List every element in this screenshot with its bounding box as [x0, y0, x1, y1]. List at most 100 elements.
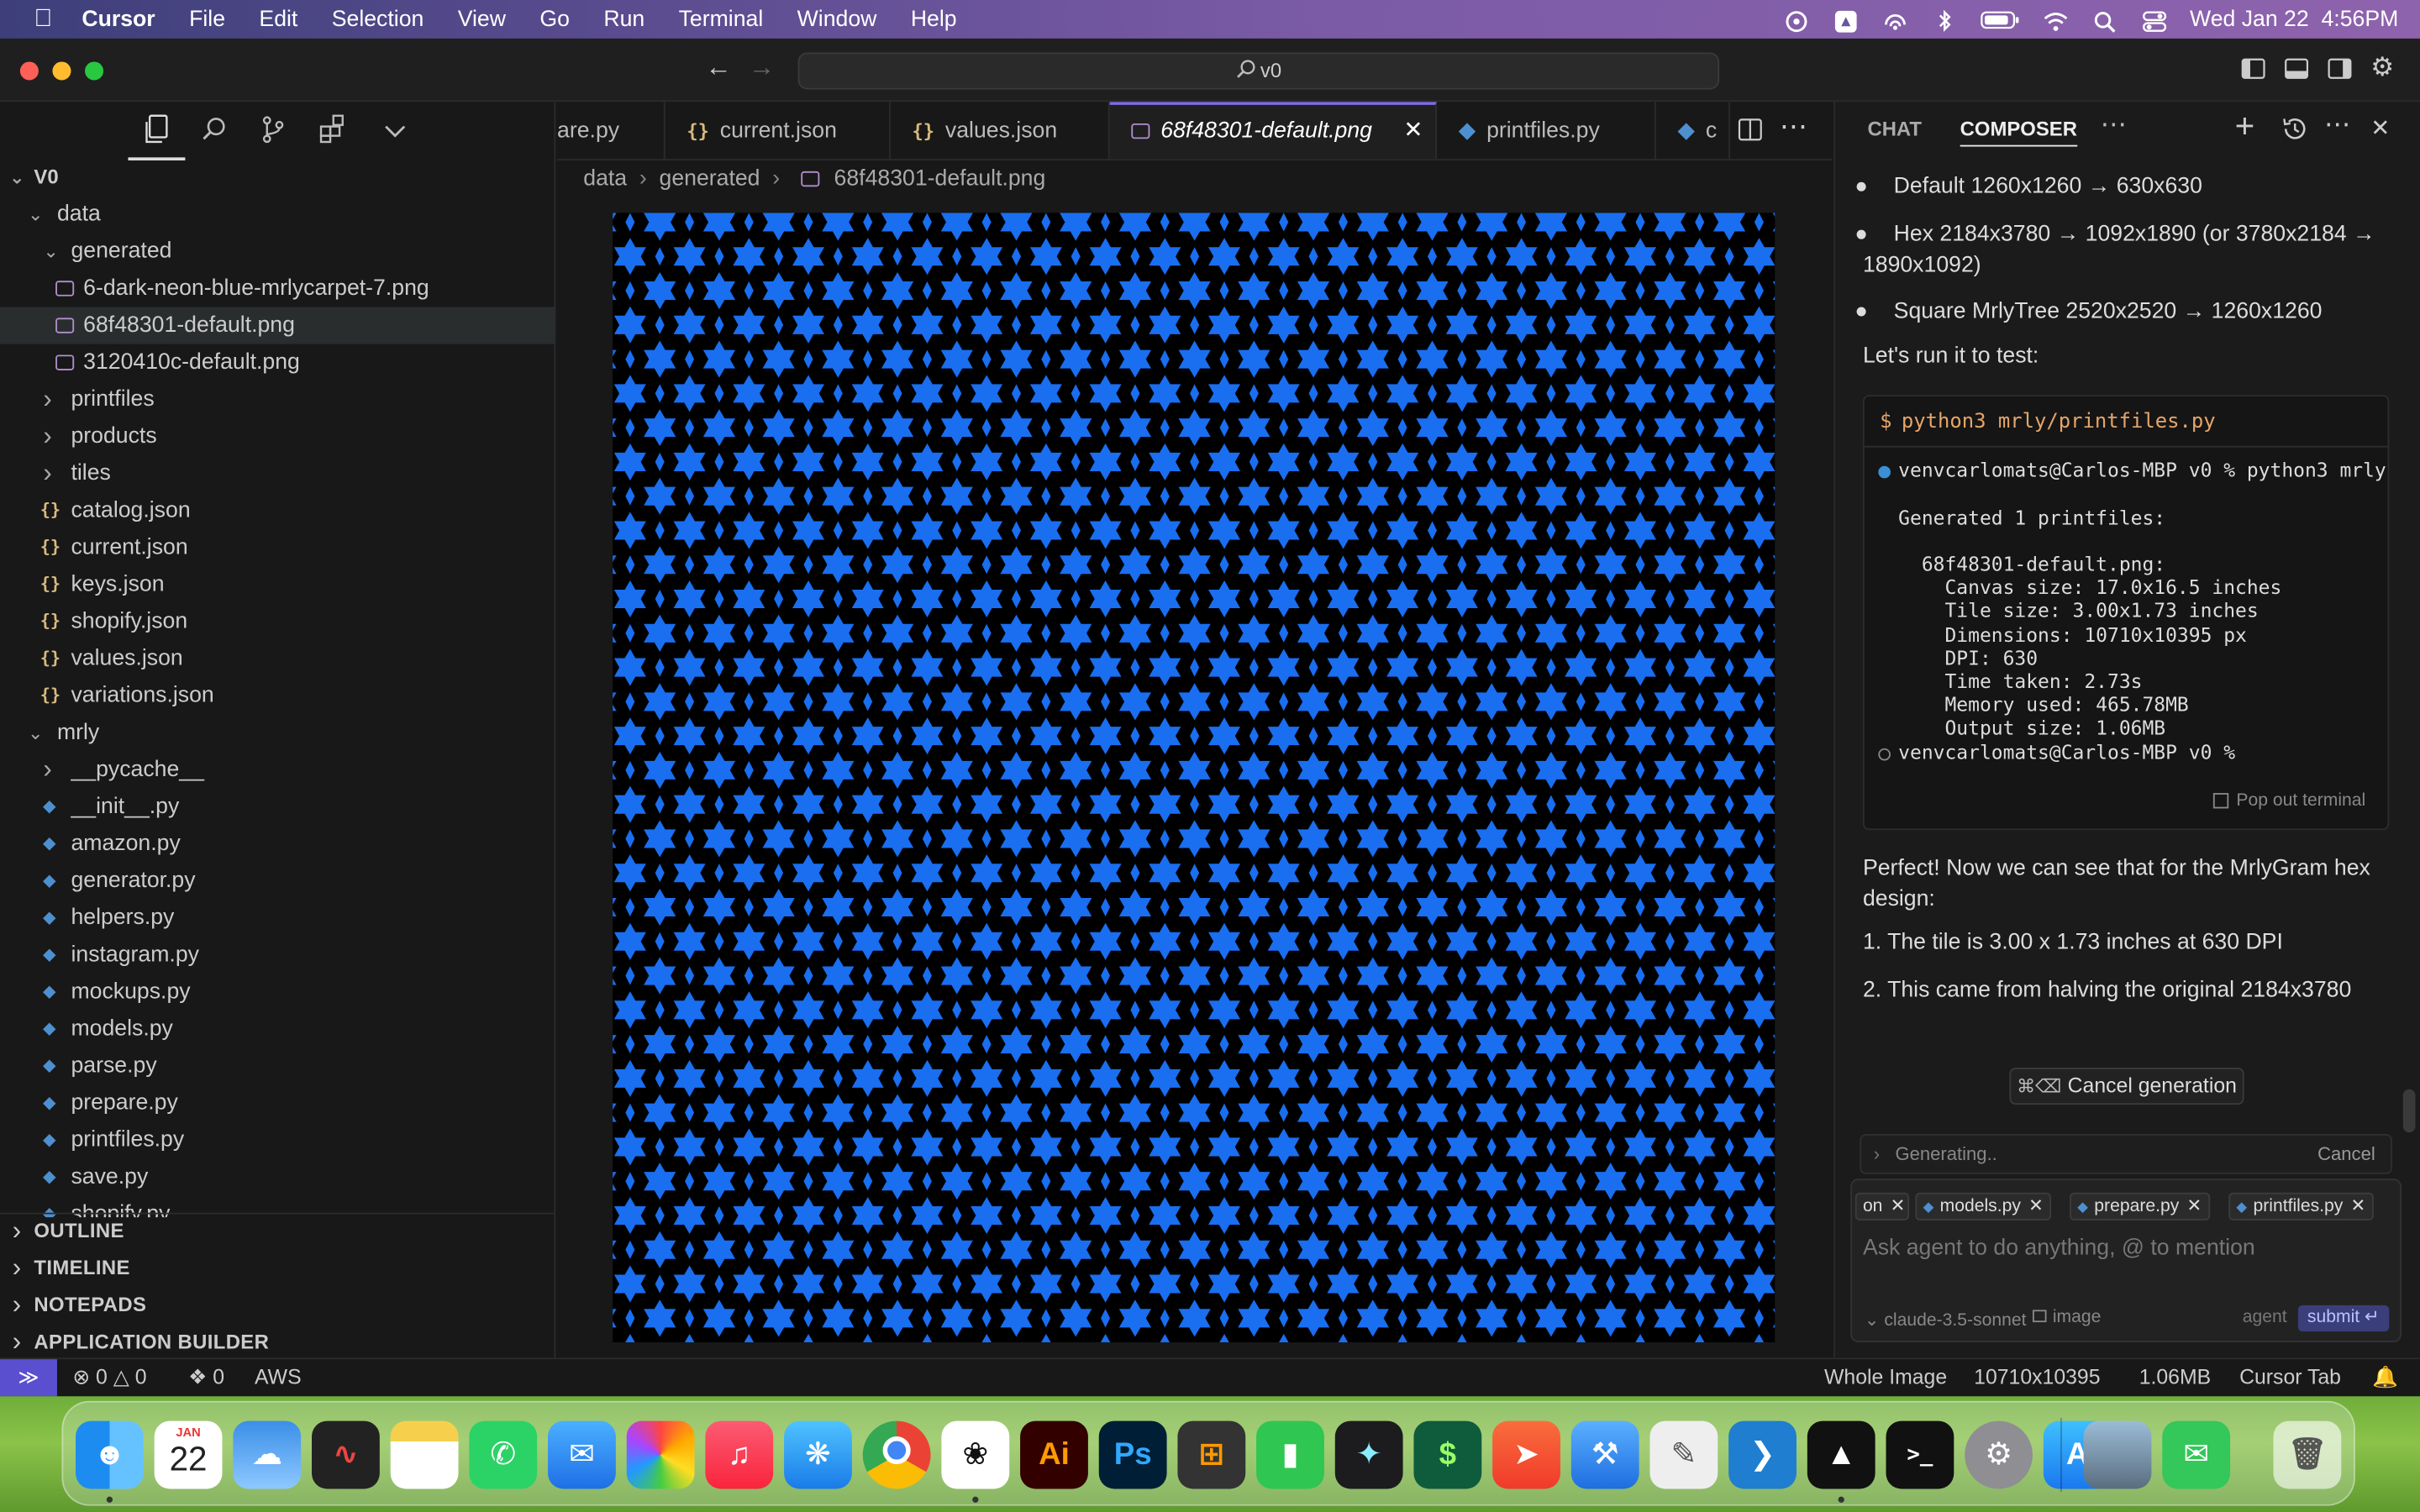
- numbers-icon[interactable]: ▮: [1256, 1420, 1324, 1489]
- tree-item-pycache[interactable]: › __pycache__: [0, 751, 555, 788]
- close-window-button[interactable]: [19, 61, 39, 81]
- toggle-panel-icon[interactable]: [2284, 57, 2309, 88]
- tab-prepare-py[interactable]: are.py: [557, 102, 666, 160]
- voice-memos-icon[interactable]: ∿: [312, 1420, 380, 1489]
- generating-cancel-button[interactable]: Cancel: [2317, 1136, 2375, 1173]
- bluetooth-icon[interactable]: [1930, 8, 1958, 32]
- menu-file[interactable]: File: [172, 7, 242, 31]
- remove-chip-icon[interactable]: ✕: [1891, 1197, 1906, 1215]
- tree-item-instagram-py[interactable]: ◆ instagram.py: [0, 937, 555, 974]
- split-editor-icon[interactable]: [1738, 118, 1762, 150]
- panel-options-icon[interactable]: ⋯: [2324, 109, 2350, 140]
- more-actions-icon[interactable]: ⋯: [1780, 111, 1807, 144]
- tab-printfiles-py[interactable]: ◆ printfiles.py: [1437, 102, 1656, 160]
- panel-more-icon[interactable]: ⋯: [2101, 109, 2127, 140]
- calendar-icon[interactable]: JAN 22: [154, 1420, 223, 1489]
- zoom-window-button[interactable]: [85, 61, 104, 81]
- problems-indicator[interactable]: ⊗ 0 △ 0: [72, 1359, 146, 1396]
- cursor-tab-status[interactable]: Cursor Tab: [2239, 1359, 2341, 1396]
- section-outline[interactable]: › OUTLINE: [0, 1213, 555, 1250]
- tree-item-3120410c-default-png[interactable]: 3120410c-default.png: [0, 344, 555, 381]
- context-chip-prepare-py[interactable]: ◆ prepare.py ✕: [2070, 1192, 2210, 1221]
- system-settings-icon[interactable]: ⚙: [1965, 1420, 2033, 1489]
- forward-arrow-icon[interactable]: →: [749, 52, 775, 83]
- tree-item-parse-py[interactable]: ◆ parse.py: [0, 1047, 555, 1084]
- breadcrumb-generated[interactable]: generated: [660, 166, 760, 191]
- terminal-block[interactable]: $ python3 mrly/printfiles.py venvcarloma…: [1862, 395, 2390, 831]
- remote-indicator-icon[interactable]: ≫: [0, 1359, 57, 1397]
- close-tab-icon[interactable]: ✕: [1403, 105, 1423, 157]
- tree-item-amazon-py[interactable]: ◆ amazon.py: [0, 826, 555, 863]
- chat-scrollbar[interactable]: [2402, 1089, 2416, 1133]
- xcode-icon[interactable]: ⚒: [1570, 1420, 1639, 1489]
- tree-item-shopify-json[interactable]: {} shopify.json: [0, 603, 555, 640]
- pop-out-terminal-button[interactable]: Pop out terminal: [2212, 791, 2365, 810]
- remove-chip-icon[interactable]: ✕: [2028, 1197, 2044, 1215]
- command-search-box[interactable]: v0: [797, 52, 1720, 90]
- tree-item-current-json[interactable]: {} current.json: [0, 529, 555, 566]
- section-notepads[interactable]: › NOTEPADS: [0, 1287, 555, 1324]
- ports-indicator[interactable]: ❖ 0: [188, 1359, 224, 1396]
- image-preview[interactable]: [524, 169, 1894, 1440]
- tree-item-models-py[interactable]: ◆ models.py: [0, 1011, 555, 1047]
- tree-item-printfiles[interactable]: › printfiles: [0, 381, 555, 418]
- chevron-down-icon[interactable]: [378, 114, 412, 148]
- airdrop-icon[interactable]: [1881, 8, 1909, 30]
- menu-run[interactable]: Run: [587, 7, 661, 31]
- control-center-icon[interactable]: [2140, 8, 2168, 32]
- settings-gear-icon[interactable]: ⚙: [2370, 52, 2394, 83]
- tree-item-68f48301-default-png[interactable]: 68f48301-default.png: [0, 307, 556, 344]
- battery-icon[interactable]: [1980, 8, 2020, 30]
- tree-item-keys-json[interactable]: {} keys.json: [0, 566, 555, 603]
- section-timeline[interactable]: › TIMELINE: [0, 1250, 555, 1287]
- menu-clock[interactable]: Wed Jan 22 4:56PM: [2190, 7, 2398, 31]
- menu-app-name[interactable]: Cursor: [70, 7, 172, 31]
- menu-go[interactable]: Go: [523, 7, 587, 31]
- model-selector[interactable]: ⌄ claude-3.5-sonnet: [1865, 1309, 2027, 1330]
- messages-icon[interactable]: ✉: [2162, 1420, 2231, 1489]
- chrome-icon[interactable]: [862, 1420, 931, 1489]
- mode-selector[interactable]: agent: [2243, 1309, 2287, 1327]
- tree-item-prepare-py[interactable]: ◆ prepare.py: [0, 1084, 555, 1121]
- trash-icon[interactable]: 🗑: [2273, 1420, 2342, 1489]
- menu-selection[interactable]: Selection: [315, 7, 441, 31]
- chatgpt-alt-icon[interactable]: ✦: [1334, 1420, 1403, 1489]
- minimize-window-button[interactable]: [52, 61, 71, 81]
- context-chip-printfiles-py[interactable]: ◆ printfiles.py ✕: [2228, 1192, 2374, 1221]
- safari-icon[interactable]: ❋: [784, 1420, 852, 1489]
- money-app-icon[interactable]: $: [1413, 1420, 1482, 1489]
- menu-edit[interactable]: Edit: [242, 7, 314, 31]
- composer-input-box[interactable]: on ✕ ◆ models.py ✕ ◆ prepare.py ✕ ◆ printfiles…: [1850, 1179, 2402, 1342]
- menu-window[interactable]: Window: [780, 7, 893, 31]
- breadcrumb-data[interactable]: data: [583, 166, 627, 191]
- tree-item-helpers-py[interactable]: ◆ helpers.py: [0, 900, 555, 937]
- finder-icon[interactable]: ☻: [76, 1420, 144, 1489]
- openai-status-icon[interactable]: [1782, 8, 1810, 32]
- toggle-secondary-sidebar-icon[interactable]: [2328, 57, 2352, 88]
- downloads-folder-icon[interactable]: [2083, 1420, 2152, 1489]
- notes-icon[interactable]: [390, 1420, 459, 1489]
- cancel-generation-button[interactable]: ⌘⌫ Cancel generation: [2009, 1068, 2244, 1105]
- terminal-icon[interactable]: >_: [1886, 1420, 1954, 1489]
- photos-icon[interactable]: [626, 1420, 695, 1489]
- drive-status-icon[interactable]: [1832, 8, 1860, 32]
- photoshop-icon[interactable]: Ps: [1098, 1420, 1167, 1489]
- back-arrow-icon[interactable]: ←: [705, 52, 731, 83]
- extensions-icon[interactable]: [315, 114, 349, 148]
- image-view-mode[interactable]: Whole Image: [1824, 1359, 1947, 1396]
- menu-view[interactable]: View: [441, 7, 523, 31]
- tree-item-mrly[interactable]: ⌄ mrly: [0, 714, 555, 751]
- breadcrumb-file[interactable]: 68f48301-default.png: [834, 166, 1046, 191]
- tab-composer[interactable]: COMPOSER: [1960, 118, 2077, 147]
- tree-item-mockups-py[interactable]: ◆ mockups.py: [0, 974, 555, 1011]
- tree-item-catalog-json[interactable]: {} catalog.json: [0, 492, 555, 529]
- tab-chat[interactable]: CHAT: [1867, 118, 1922, 141]
- mail-icon[interactable]: ✉: [548, 1420, 616, 1489]
- whatsapp-icon[interactable]: ✆: [469, 1420, 538, 1489]
- new-chat-plus-icon[interactable]: +: [2235, 107, 2255, 147]
- music-icon[interactable]: ♫: [705, 1420, 774, 1489]
- calculator-icon[interactable]: ⊞: [1177, 1420, 1246, 1489]
- tree-item-values-json[interactable]: {} values.json: [0, 640, 555, 677]
- remove-chip-icon[interactable]: ✕: [2351, 1197, 2366, 1215]
- source-control-icon[interactable]: [256, 114, 290, 148]
